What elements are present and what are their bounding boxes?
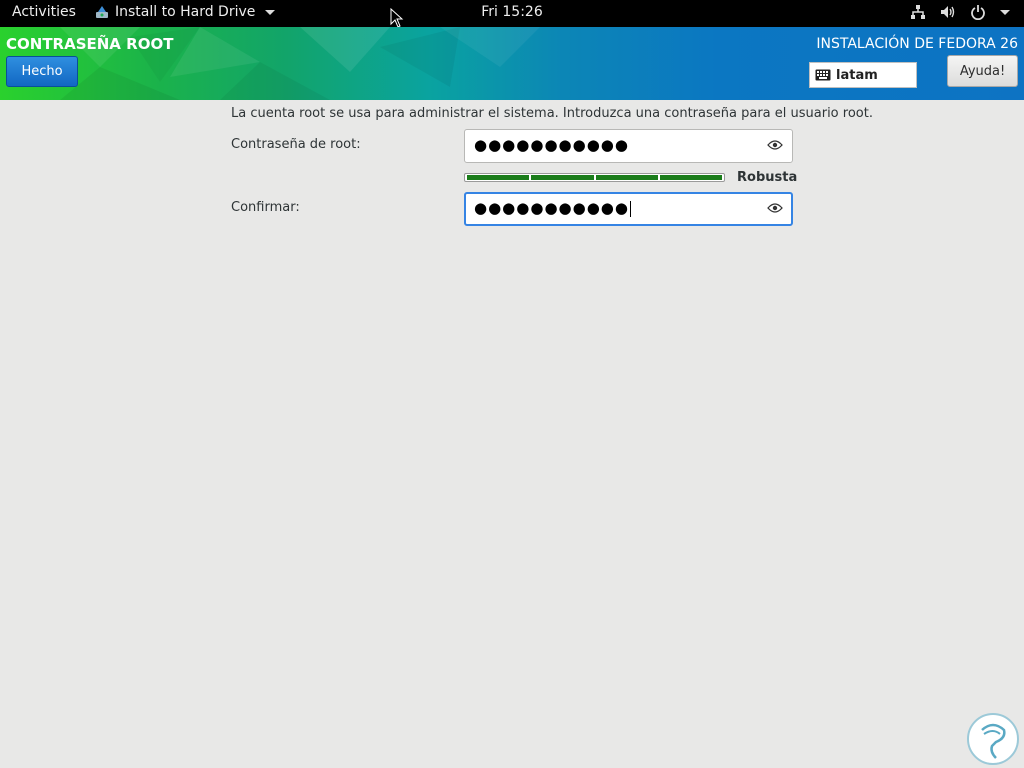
strength-segment <box>531 175 594 180</box>
password-label: Contraseña de root: <box>231 137 361 152</box>
activities-button[interactable]: Activities <box>12 4 76 20</box>
confirm-label: Confirmar: <box>231 200 300 215</box>
power-icon <box>971 5 985 20</box>
clock[interactable]: Fri 15:26 <box>481 4 542 20</box>
page-title: CONTRASEÑA ROOT <box>6 35 174 53</box>
password-value: ●●●●●●●●●●● <box>474 136 629 154</box>
system-tray[interactable] <box>910 4 1010 20</box>
keyboard-layout-indicator[interactable]: latam <box>809 62 917 88</box>
done-button[interactable]: Hecho <box>6 56 78 87</box>
password-strength-bar <box>464 173 725 182</box>
help-button[interactable]: Ayuda! <box>947 55 1018 87</box>
strength-segment <box>467 175 530 180</box>
strength-segment <box>659 175 722 180</box>
mouse-cursor-icon <box>390 8 404 28</box>
network-icon <box>911 5 925 19</box>
strength-segment <box>595 175 658 180</box>
keyboard-layout-label: latam <box>836 67 878 83</box>
watermark-logo-icon <box>967 713 1019 765</box>
chevron-down-icon <box>1000 9 1010 15</box>
strength-label: Robusta <box>737 170 798 185</box>
chevron-down-icon <box>265 9 276 15</box>
app-menu[interactable]: Install to Hard Drive <box>95 4 276 20</box>
eye-icon[interactable] <box>767 202 783 214</box>
confirm-password-field[interactable]: ●●●●●●●●●●● <box>464 192 793 226</box>
keyboard-icon <box>815 69 831 81</box>
app-menu-label: Install to Hard Drive <box>115 4 256 20</box>
volume-icon <box>941 6 955 18</box>
top-bar: Activities Install to Hard Drive Fri 15:… <box>0 0 1024 27</box>
spoke-header: CONTRASEÑA ROOT Hecho INSTALACIÓN DE FED… <box>0 27 1024 100</box>
confirm-password-value: ●●●●●●●●●●● <box>474 199 631 217</box>
intro-text: La cuenta root se usa para administrar e… <box>231 106 873 121</box>
eye-icon[interactable] <box>767 139 783 151</box>
password-field[interactable]: ●●●●●●●●●●● <box>464 129 793 163</box>
install-title: INSTALACIÓN DE FEDORA 26 <box>816 36 1018 52</box>
app-installer-icon <box>96 6 108 18</box>
